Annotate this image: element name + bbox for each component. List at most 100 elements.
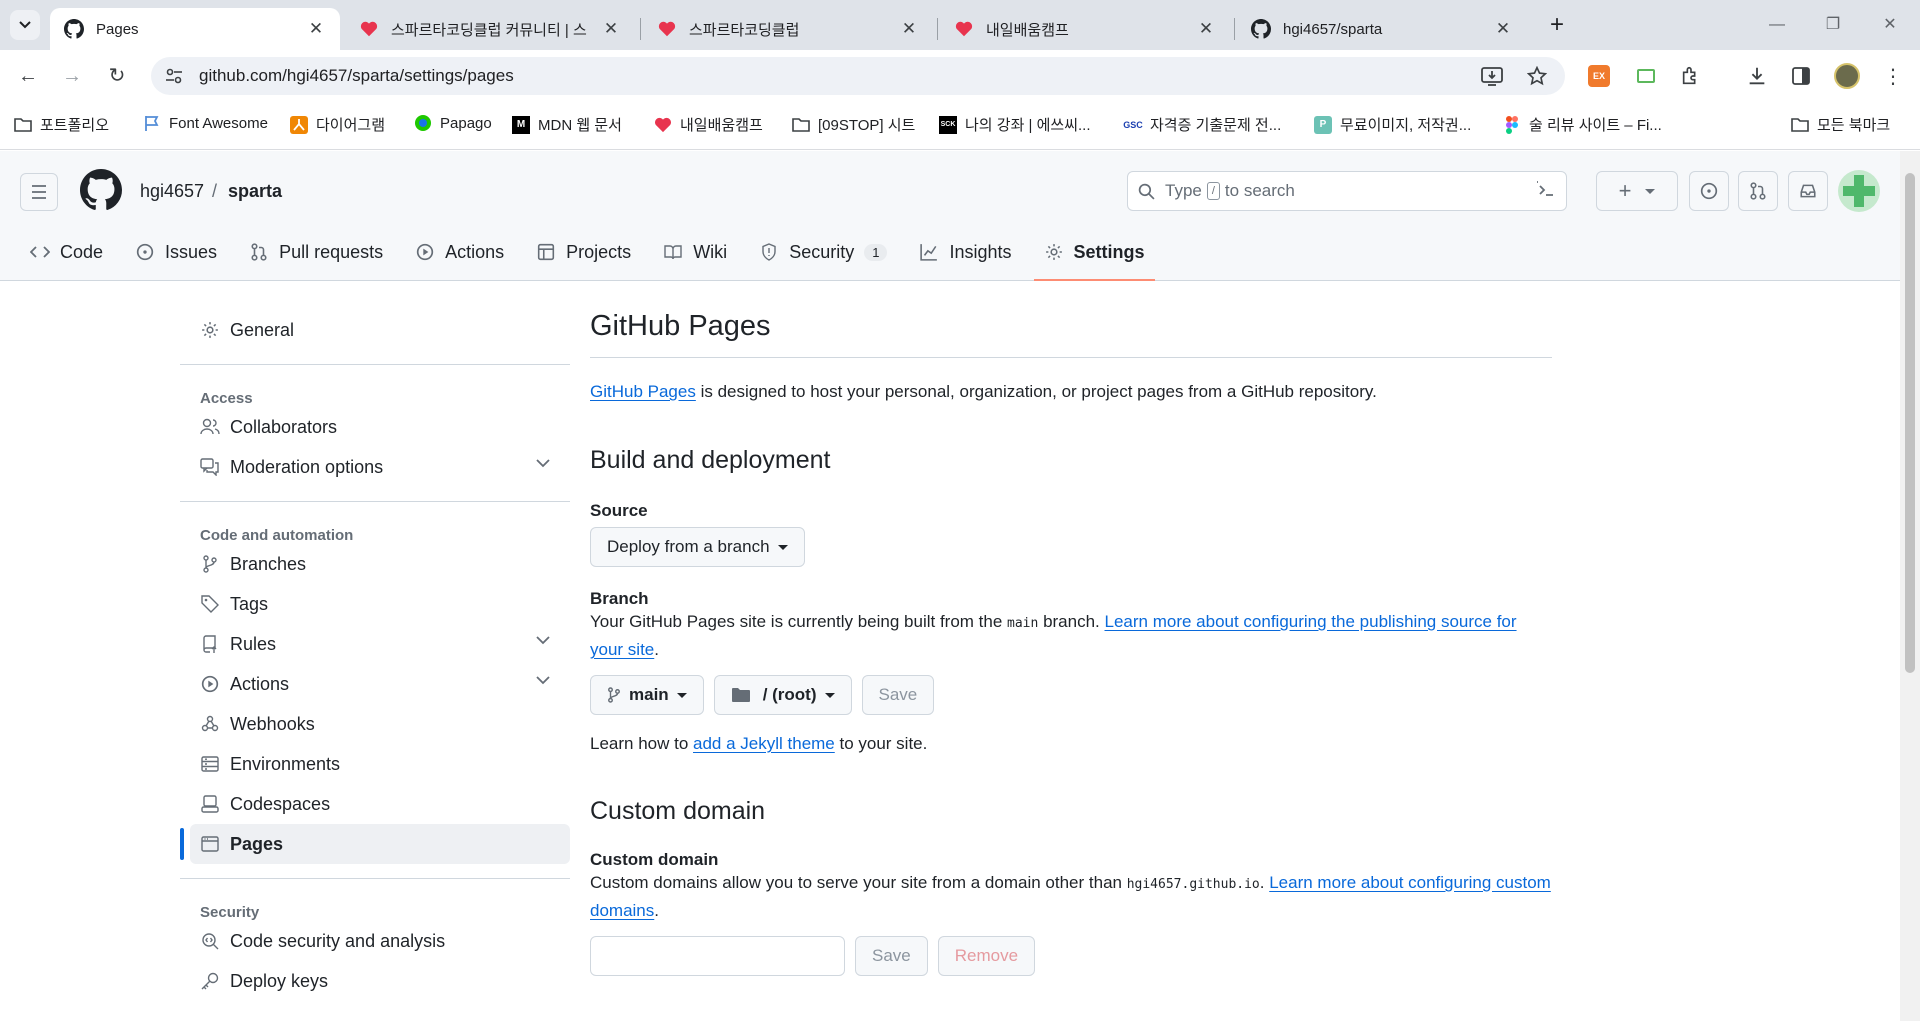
- bookmark-item[interactable]: Font Awesome: [143, 114, 268, 132]
- inbox-icon-button[interactable]: [1788, 171, 1828, 211]
- tab-settings[interactable]: Settings: [1033, 231, 1155, 281]
- source-select[interactable]: Deploy from a branch: [590, 527, 805, 567]
- close-icon[interactable]: ✕: [899, 19, 919, 39]
- pull-requests-icon-button[interactable]: [1738, 171, 1778, 211]
- user-avatar[interactable]: [1838, 170, 1880, 212]
- sidebar-item-tags[interactable]: Tags: [180, 584, 570, 624]
- tab-pull-requests[interactable]: Pull requests: [239, 231, 393, 273]
- sidebar-item-codespaces[interactable]: Codespaces: [180, 784, 570, 824]
- custom-domain-input[interactable]: [590, 936, 845, 976]
- page-scrollbar[interactable]: [1900, 151, 1920, 1021]
- github-icon: [64, 19, 84, 39]
- sidebar-item-branches[interactable]: Branches: [180, 544, 570, 584]
- save-branch-button[interactable]: Save: [861, 675, 935, 715]
- sidebar-item-code-security[interactable]: Code security and analysis: [180, 921, 570, 961]
- branch-select[interactable]: main: [590, 675, 704, 715]
- browser-tab[interactable]: 스파르타코딩클럽 ✕: [643, 8, 933, 50]
- address-bar[interactable]: github.com/hgi4657/sparta/settings/pages: [151, 57, 1565, 95]
- download-icon[interactable]: [1744, 63, 1770, 89]
- jekyll-theme-link[interactable]: add a Jekyll theme: [693, 734, 835, 753]
- restore-icon[interactable]: ❐: [1813, 10, 1853, 40]
- tab-search-button[interactable]: [10, 10, 40, 40]
- github-logo-icon[interactable]: [80, 169, 122, 211]
- create-new-button[interactable]: +: [1596, 171, 1678, 211]
- bookmark-item[interactable]: P 무료이미지, 저작권...: [1314, 114, 1471, 135]
- install-app-icon[interactable]: [1481, 66, 1503, 86]
- caret-down-icon: [824, 692, 835, 698]
- github-pages-link[interactable]: GitHub Pages: [590, 382, 696, 401]
- bookmark-item[interactable]: SCK 나의 강좌 | 에쓰씨...: [939, 114, 1091, 135]
- bookmark-item[interactable]: 포트폴리오: [14, 114, 109, 135]
- sidebar-item-deploy-keys[interactable]: Deploy keys: [180, 961, 570, 1001]
- tab-insights[interactable]: Insights: [909, 231, 1021, 273]
- repo-name-link[interactable]: sparta: [228, 181, 282, 202]
- key-icon: [200, 971, 220, 991]
- site-info-icon[interactable]: [163, 65, 185, 87]
- browser-tabstrip: Pages ✕ 스파르타코딩클럽 커뮤니티 | 스 ✕ 스파르타코딩클럽 ✕ 내…: [0, 0, 1920, 50]
- extension-green-icon[interactable]: [1633, 63, 1659, 89]
- new-tab-button[interactable]: +: [1543, 12, 1571, 40]
- reload-icon[interactable]: ↻: [101, 60, 133, 92]
- github-search-input[interactable]: Type / to search: [1127, 171, 1567, 211]
- close-window-icon[interactable]: ✕: [1870, 10, 1910, 40]
- bookmark-star-icon[interactable]: [1527, 66, 1547, 86]
- sidebar-item-general[interactable]: General: [180, 310, 570, 350]
- minimize-icon[interactable]: —: [1757, 10, 1797, 40]
- codescan-icon: [200, 931, 220, 951]
- folder-select[interactable]: / (root): [713, 675, 852, 715]
- chevron-down-icon: [536, 676, 550, 685]
- tab-code[interactable]: Code: [20, 231, 113, 273]
- bookmark-item[interactable]: [09STOP] 시트: [792, 114, 915, 135]
- browser-tab-active[interactable]: Pages ✕: [50, 8, 340, 50]
- git-pull-request-icon: [1750, 182, 1766, 200]
- profile-avatar-icon[interactable]: [1834, 63, 1860, 89]
- sidebar-item-pages[interactable]: Pages: [180, 824, 570, 864]
- tab-issues[interactable]: Issues: [125, 231, 227, 273]
- close-icon[interactable]: ✕: [306, 19, 326, 39]
- git-branch-icon: [200, 554, 220, 574]
- extensions-puzzle-icon[interactable]: [1678, 63, 1704, 89]
- sidebar-item-moderation-options[interactable]: Moderation options: [180, 447, 570, 487]
- scrollbar-thumb[interactable]: [1905, 173, 1915, 673]
- tab-projects[interactable]: Projects: [526, 231, 641, 273]
- sidebar-item-webhooks[interactable]: Webhooks: [180, 704, 570, 744]
- sidebar-item-environments[interactable]: Environments: [180, 744, 570, 784]
- bookmark-item[interactable]: GSC 자격증 기출문제 전...: [1123, 114, 1281, 135]
- gsc-icon: GSC: [1123, 119, 1143, 130]
- side-panel-icon[interactable]: [1788, 63, 1814, 89]
- sparta-heart-icon: [654, 116, 672, 134]
- mdn-icon: M: [512, 115, 530, 134]
- browser-tab[interactable]: 내일배움캠프 ✕: [940, 8, 1230, 50]
- extension-ex-icon[interactable]: EX: [1586, 63, 1612, 89]
- close-icon[interactable]: ✕: [1196, 19, 1216, 39]
- tab-security[interactable]: Security 1: [749, 231, 897, 273]
- bookmark-item[interactable]: M MDN 웹 문서: [512, 114, 622, 135]
- sidebar-item-rules[interactable]: Rules: [180, 624, 570, 664]
- bookmark-item[interactable]: 다이어그램: [290, 114, 385, 135]
- repo-push-icon: [200, 634, 220, 654]
- save-domain-button[interactable]: Save: [855, 936, 928, 976]
- repo-owner-link[interactable]: hgi4657: [140, 181, 204, 202]
- tab-wiki[interactable]: Wiki: [653, 231, 737, 273]
- browser-tab[interactable]: hgi4657/sparta ✕: [1237, 8, 1527, 50]
- chevron-down-icon: [19, 21, 31, 29]
- issues-icon-button[interactable]: [1689, 171, 1729, 211]
- close-icon[interactable]: ✕: [1493, 19, 1513, 39]
- browser-tab[interactable]: 스파르타코딩클럽 커뮤니티 | 스 ✕: [345, 8, 635, 50]
- bookmark-item[interactable]: 술 리뷰 사이트 – Fi...: [1503, 114, 1662, 135]
- forward-icon[interactable]: →: [56, 60, 88, 92]
- tab-actions[interactable]: Actions: [405, 231, 514, 273]
- bookmark-item[interactable]: Papago: [414, 114, 492, 132]
- remove-domain-button[interactable]: Remove: [937, 936, 1036, 976]
- sidebar-item-collaborators[interactable]: Collaborators: [180, 407, 570, 447]
- sidebar-item-actions[interactable]: Actions: [180, 664, 570, 704]
- bookmarks-bar: 포트폴리오 Font Awesome 다이어그램 Papago M MDN 웹 …: [0, 100, 1920, 150]
- close-icon[interactable]: ✕: [601, 19, 621, 39]
- bookmark-item[interactable]: 내일배움캠프: [654, 114, 763, 135]
- browser-menu-icon[interactable]: ⋮: [1880, 63, 1906, 89]
- command-palette-icon[interactable]: [1536, 181, 1556, 201]
- all-bookmarks[interactable]: 모든 북마크: [1791, 114, 1890, 135]
- page-title: GitHub Pages: [590, 310, 1552, 358]
- hamburger-menu-icon[interactable]: [20, 173, 58, 211]
- back-icon[interactable]: ←: [12, 60, 44, 92]
